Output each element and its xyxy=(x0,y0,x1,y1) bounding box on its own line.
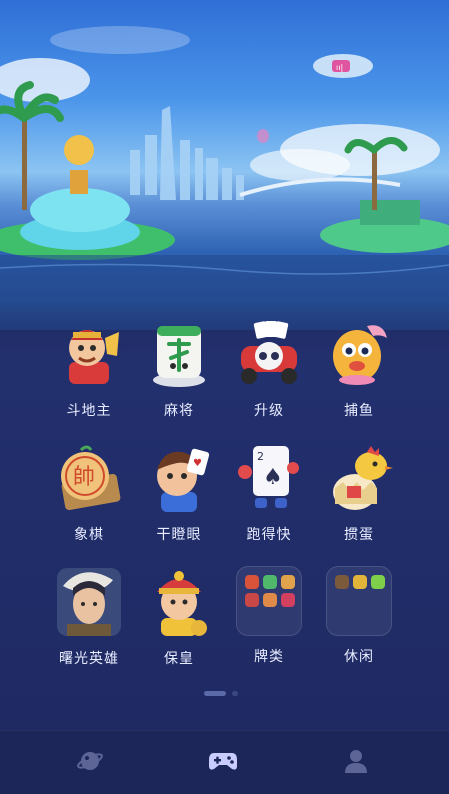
landlord-character-icon xyxy=(53,318,125,390)
boy-card-icon: ♥ xyxy=(143,442,215,514)
game-tile-landlord[interactable]: 斗地主 xyxy=(44,318,134,420)
mahjong-tile-icon xyxy=(143,318,215,390)
planet-icon xyxy=(77,752,103,770)
hero-character-icon xyxy=(53,566,125,638)
person-icon xyxy=(345,750,367,773)
page-dot-active[interactable] xyxy=(204,691,226,696)
game-tile-mahjong[interactable]: 麻将 xyxy=(134,318,224,420)
game-label: 升级 xyxy=(254,403,284,419)
game-label: 跑得快 xyxy=(246,527,292,543)
svg-text:♥: ♥ xyxy=(193,458,202,469)
hero-banner: ıı| xyxy=(0,0,449,330)
game-label: 斗地主 xyxy=(66,403,112,419)
game-label: 牌类 xyxy=(254,649,284,665)
casual-games-folder-icon xyxy=(326,566,392,636)
game-label: 干瞪眼 xyxy=(156,527,202,543)
goldfish-icon xyxy=(323,318,395,390)
game-tile-ganbdengyan[interactable]: ♥ 干瞪眼 xyxy=(134,442,224,544)
game-label: 掼蛋 xyxy=(344,527,374,543)
svg-text:帥: 帥 xyxy=(73,465,95,490)
hero-illustration: ıı| xyxy=(0,26,449,330)
game-folder-cards[interactable]: 牌类 xyxy=(224,566,314,666)
gamepad-icon xyxy=(209,753,237,770)
svg-text:2: 2 xyxy=(257,450,264,463)
tab-games[interactable] xyxy=(202,745,242,779)
robot-car-cards-icon xyxy=(233,318,305,390)
game-tile-chess[interactable]: 帥 象棋 xyxy=(44,442,134,544)
game-label: 曙光英雄 xyxy=(59,651,119,667)
game-tile-fishing[interactable]: 捕鱼 xyxy=(314,318,404,420)
game-label: 捕鱼 xyxy=(344,403,374,419)
game-label: 休闲 xyxy=(344,649,374,665)
game-tile-paodekuai[interactable]: 2 ♠ 跑得快 xyxy=(224,442,314,544)
bottom-tab-bar xyxy=(0,730,449,794)
chess-piece-icon: 帥 xyxy=(53,442,125,514)
blimp-text: ıı| xyxy=(336,63,343,72)
chicken-egg-icon xyxy=(323,442,395,514)
tab-planet[interactable] xyxy=(70,745,110,779)
game-tile-dawn-heroes[interactable]: 曙光英雄 xyxy=(44,566,134,668)
game-tile-baohuang[interactable]: 保皇 xyxy=(134,566,224,668)
card-games-folder-icon xyxy=(236,566,302,636)
tab-profile[interactable] xyxy=(336,745,376,779)
game-tile-guandan[interactable]: 掼蛋 xyxy=(314,442,404,544)
game-folder-casual[interactable]: 休闲 xyxy=(314,566,404,666)
game-tile-upgrade[interactable]: 升级 xyxy=(224,318,314,420)
page-dot[interactable] xyxy=(232,691,238,696)
page-indicator xyxy=(0,690,449,698)
running-card-icon: 2 ♠ xyxy=(233,442,305,514)
emperor-character-icon xyxy=(143,566,215,638)
game-label: 麻将 xyxy=(164,403,194,419)
svg-text:♠: ♠ xyxy=(263,465,283,490)
game-label: 象棋 xyxy=(74,527,104,543)
game-label: 保皇 xyxy=(164,651,194,667)
